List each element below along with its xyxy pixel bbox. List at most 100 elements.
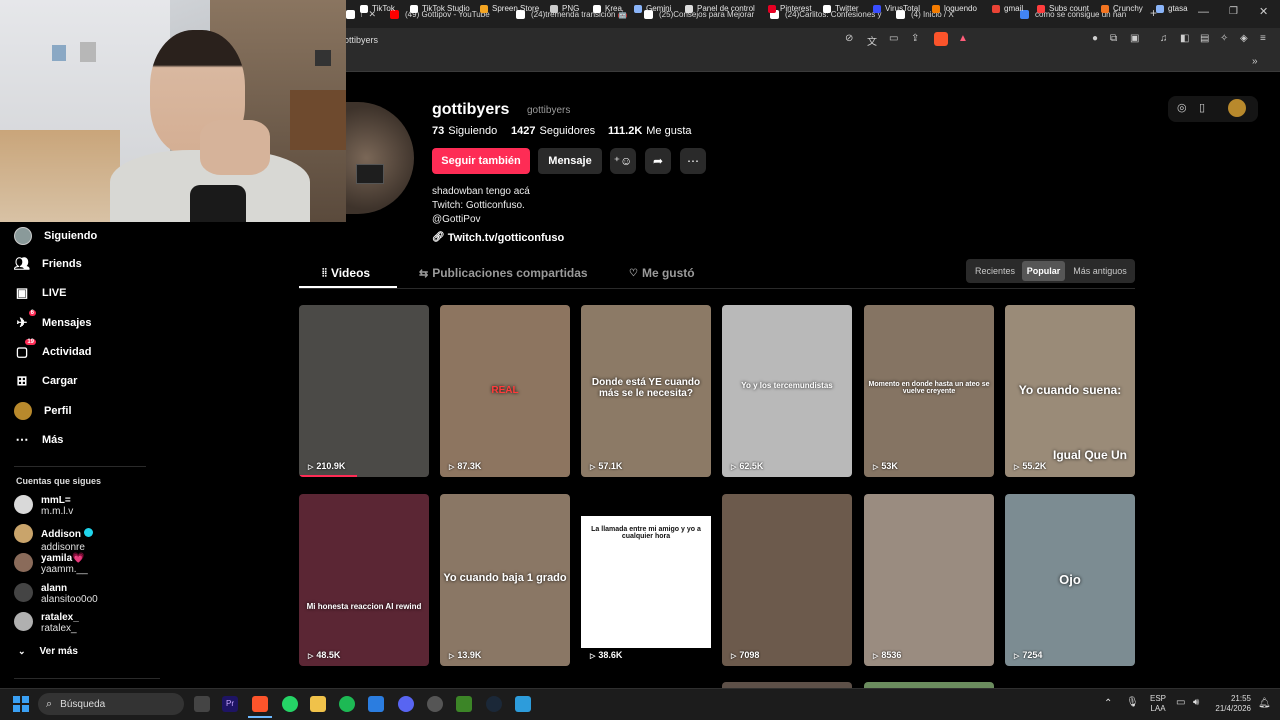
sidebar-item[interactable]: ⋯ Más <box>14 432 64 448</box>
maximize-window-button[interactable]: ❐ <box>1229 6 1238 17</box>
chevron-up-icon[interactable]: ⌃ <box>1104 698 1112 709</box>
sidebar-item[interactable]: ✈︎ 6 Mensajes <box>14 310 92 331</box>
bookmark-item[interactable]: gmail <box>992 4 1023 13</box>
minimize-window-button[interactable]: — <box>1198 6 1209 18</box>
video-card[interactable]: ▷ 210.9K <box>299 305 429 477</box>
sidebar-item[interactable]: Siguiendo <box>14 227 97 245</box>
profile-link[interactable]: 🔗︎ Twitch.tv/gotticonfuso <box>432 232 564 244</box>
more-options-icon[interactable]: ⋯ <box>680 148 706 174</box>
brave-rewards-icon[interactable]: ▲ <box>958 33 968 44</box>
bookmark-item[interactable]: Subs count <box>1037 4 1089 13</box>
taskbar-search-box[interactable]: ⌕ Búsqueda <box>38 693 184 715</box>
sidebar-icon[interactable]: ◧ <box>1180 33 1189 44</box>
bookmark-item[interactable]: gtasa <box>1156 4 1188 13</box>
tab-videos[interactable]: ⦙⦙ Videos <box>322 266 370 280</box>
video-card[interactable]: Yo cuando baja 1 grado ▷ 13.9K <box>440 494 570 666</box>
bookmark-item[interactable]: PNG <box>550 4 579 13</box>
bookmark-item[interactable]: Pinterest <box>768 4 812 13</box>
notepad-icon[interactable] <box>515 696 531 712</box>
video-card[interactable]: Momento en donde hasta un ateo se vuelve… <box>864 305 994 477</box>
share-icon[interactable]: ➦ <box>645 148 671 174</box>
leo-ai-icon[interactable]: ✧ <box>1220 33 1228 44</box>
compass-icon[interactable]: ◎ <box>1177 101 1187 114</box>
video-card[interactable]: REAL ▷ 87.3K <box>440 305 570 477</box>
store-icon[interactable] <box>368 696 384 712</box>
video-card[interactable]: Ojo ▷ 7254 <box>1005 494 1135 666</box>
bookmark-label: Spreen Store <box>492 4 540 13</box>
mic-tray-icon[interactable]: 🎙︎ <box>1126 697 1139 708</box>
following-stat[interactable]: 73 Siguiendo <box>432 125 497 137</box>
brave-taskbar-icon[interactable] <box>252 696 268 712</box>
extensions-icon[interactable]: ⧉ <box>1110 33 1117 44</box>
video-card[interactable]: La llamada entre mi amigo y yo a cualqui… <box>581 494 711 666</box>
sidebar-item[interactable]: 👥︎ Friends <box>14 256 82 272</box>
sidebar-item[interactable]: ▢ 19 Actividad <box>14 339 92 360</box>
mic-icon[interactable]: ● <box>1092 33 1098 44</box>
video-card[interactable]: Mi honesta reaccion AI rewind ▷ 48.5K <box>299 494 429 666</box>
premiere-icon[interactable]: Pr <box>222 696 238 712</box>
follow-back-button[interactable]: Seguir también <box>432 148 530 174</box>
windows-start-icon[interactable] <box>13 696 29 712</box>
language-indicator[interactable]: ESP LAA <box>1150 694 1166 714</box>
message-button[interactable]: Mensaje <box>538 148 602 174</box>
video-card[interactable]: ▷ 7098 <box>722 494 852 666</box>
wallet-icon[interactable]: ▤ <box>1200 33 1209 44</box>
steam-icon[interactable] <box>486 696 502 712</box>
brave-shields-icon[interactable] <box>934 32 948 46</box>
sort-popular-button[interactable]: Popular <box>1022 261 1065 281</box>
music-icon[interactable]: ♫ <box>1160 33 1168 44</box>
tab-liked[interactable]: ♡ Me gustó <box>629 266 695 280</box>
sidebar-item[interactable]: ⊞ Cargar <box>14 373 78 389</box>
followed-account[interactable]: ratalex_ ratalex_ <box>14 612 79 634</box>
sidebar-item[interactable]: Perfil <box>14 402 72 420</box>
address-bar[interactable]: ottibyers <box>340 30 1080 50</box>
task-view-icon[interactable] <box>194 696 210 712</box>
notifications-icon[interactable]: 🔔︎ <box>1258 698 1271 709</box>
video-card[interactable]: Yo y los tercemundistas ▷ 62.5K <box>722 305 852 477</box>
account-avatar[interactable] <box>1228 99 1246 117</box>
bookmark-item[interactable]: TikTok <box>360 4 395 13</box>
screenshot-icon[interactable]: ▣ <box>1130 33 1139 44</box>
add-friend-icon[interactable]: ⁺☺ <box>610 148 636 174</box>
bookmark-item[interactable]: Krea <box>593 4 622 13</box>
tab-reposts[interactable]: ⇆ Publicaciones compartidas <box>419 266 588 280</box>
clock[interactable]: 21:55 21/4/2026 <box>1206 694 1251 714</box>
discord-icon[interactable] <box>398 696 414 712</box>
close-window-button[interactable]: ✕ <box>1259 5 1268 18</box>
bookmark-item[interactable]: Twitter <box>823 4 859 13</box>
followed-account[interactable]: yamila💗 yaamm.__ <box>14 553 88 575</box>
spotify-icon[interactable] <box>339 696 355 712</box>
obs-icon[interactable] <box>427 696 443 712</box>
video-card[interactable]: Donde está YE cuando más se le necesita?… <box>581 305 711 477</box>
bookmark-item[interactable]: loquendo <box>932 4 977 13</box>
video-card[interactable]: Yo cuando suena: Igual Que Un ▷ 55.2K <box>1005 305 1135 477</box>
more-bookmarks-icon[interactable]: » <box>1252 56 1258 67</box>
network-icon[interactable]: ▭ <box>1176 697 1185 708</box>
followed-account[interactable]: mmL= m.m.l.v <box>14 495 73 517</box>
reader-mode-icon[interactable]: ⊘ <box>845 33 853 44</box>
bookmark-item[interactable]: Gemini <box>634 4 671 13</box>
translate-icon[interactable]: ⽂ <box>867 33 877 48</box>
whatsapp-icon[interactable] <box>282 696 298 712</box>
followed-account[interactable]: Addison addisonre <box>14 524 93 553</box>
followers-stat[interactable]: 1427 Seguidores <box>511 125 595 137</box>
followed-account[interactable]: alann alansitoo0o0 <box>14 583 98 605</box>
vpn-icon[interactable]: ◈ <box>1240 33 1248 44</box>
sort-recent-button[interactable]: Recientes <box>970 261 1020 281</box>
file-explorer-icon[interactable] <box>310 696 326 712</box>
sort-oldest-button[interactable]: Más antiguos <box>1068 261 1132 281</box>
volume-icon[interactable]: 🔊︎ <box>1193 697 1199 708</box>
cast-icon[interactable]: ▭ <box>889 33 898 44</box>
sidebar-item[interactable]: ▣ LIVE <box>14 285 67 301</box>
bookmark-item[interactable]: VirusTotal <box>873 4 920 13</box>
bookmark-item[interactable]: Panel de control <box>685 4 755 13</box>
share-page-icon[interactable]: ⇪ <box>911 33 919 44</box>
bookmark-item[interactable]: Spreen Store <box>480 4 539 13</box>
menu-icon[interactable]: ≡ <box>1260 33 1266 44</box>
bookmark-item[interactable]: Crunchy <box>1101 4 1143 13</box>
see-more-button[interactable]: ⌄ Ver más <box>18 646 78 657</box>
minecraft-icon[interactable] <box>456 696 472 712</box>
bookmark-item[interactable]: TikTok Studio <box>410 4 470 13</box>
video-card[interactable]: ▷ 8536 <box>864 494 994 666</box>
phone-icon[interactable]: ▯ <box>1199 101 1205 114</box>
